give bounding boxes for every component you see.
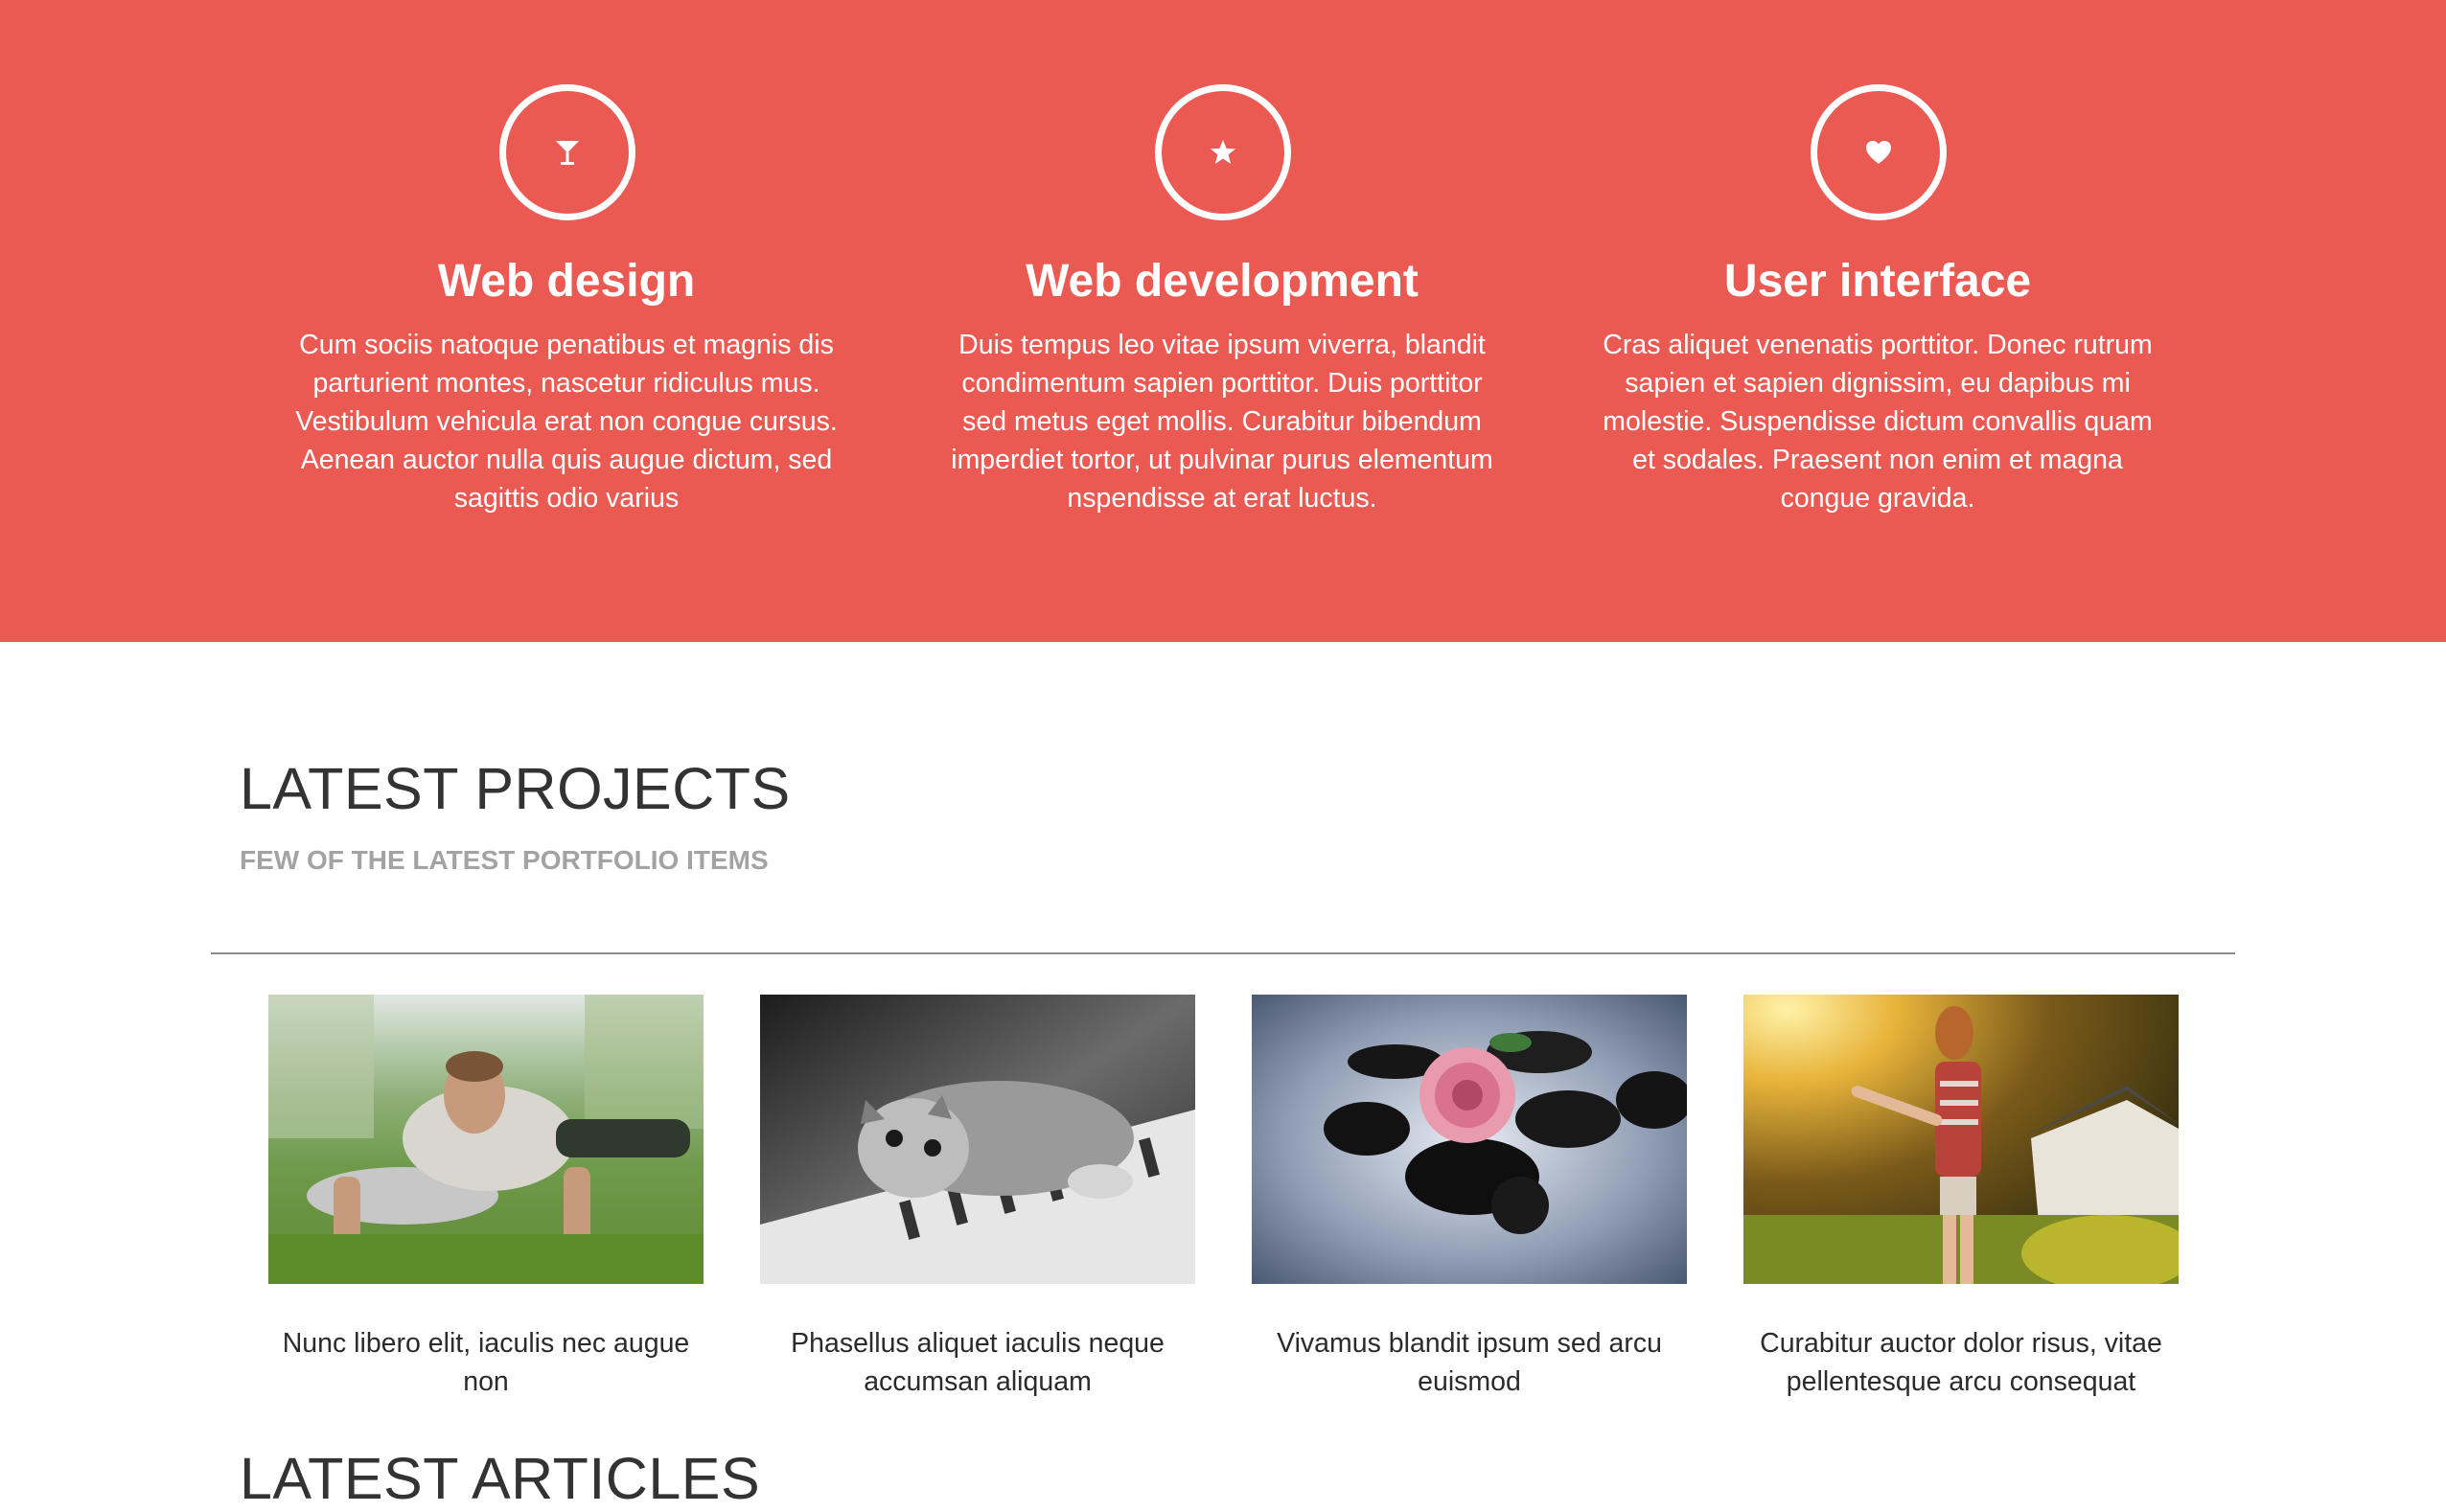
kitten-on-piano-photo bbox=[760, 995, 1195, 1284]
project-card[interactable]: Curabitur auctor dolor risus, vitae pell… bbox=[1743, 995, 2179, 1401]
service-title: Web design bbox=[437, 256, 696, 307]
service-description: Cum sociis natoque penatibus et magnis d… bbox=[295, 330, 838, 514]
service-icon-circle bbox=[1155, 84, 1291, 220]
service-title: Web development bbox=[1026, 256, 1419, 307]
heart-icon bbox=[1866, 141, 1891, 164]
service-description: Duis tempus leo vitae ipsum viverra, bla… bbox=[951, 330, 1493, 514]
project-card[interactable]: Vivamus blandit ipsum sed arcu euismod bbox=[1252, 995, 1687, 1401]
latest-projects-subtitle: FEW OF THE LATEST PORTFOLIO ITEMS bbox=[240, 845, 769, 875]
project-caption[interactable]: Curabitur auctor dolor risus, vitae pell… bbox=[1743, 1324, 2179, 1401]
service-title: User interface bbox=[1723, 256, 2032, 307]
project-caption[interactable]: Vivamus blandit ipsum sed arcu euismod bbox=[1252, 1324, 1687, 1401]
services-section: Web design Cum sociis natoque penatibus … bbox=[0, 0, 2446, 642]
project-caption[interactable]: Nunc libero elit, iaculis nec augue non bbox=[268, 1324, 704, 1401]
woman-in-sunlight-photo bbox=[1743, 995, 2179, 1284]
rose-on-stones-photo bbox=[1252, 995, 1687, 1284]
project-thumbnail-sunlight[interactable] bbox=[1743, 995, 2179, 1284]
cocktail-glass-icon bbox=[556, 141, 579, 165]
project-thumbnail-rose[interactable] bbox=[1252, 995, 1687, 1284]
project-caption[interactable]: Phasellus aliquet iaculis neque accumsan… bbox=[760, 1324, 1195, 1401]
section-divider bbox=[211, 952, 2235, 954]
service-icon-circle bbox=[1811, 84, 1947, 220]
project-card[interactable]: Nunc libero elit, iaculis nec augue non bbox=[268, 995, 704, 1401]
star-icon bbox=[1211, 140, 1235, 164]
service-description: Cras aliquet venenatis porttitor. Donec … bbox=[1603, 330, 2153, 514]
project-card[interactable]: Phasellus aliquet iaculis neque accumsan… bbox=[760, 995, 1195, 1401]
project-thumbnail-kitten[interactable] bbox=[760, 995, 1195, 1284]
project-thumbnail-pushups[interactable] bbox=[268, 995, 704, 1284]
man-doing-pushups-photo bbox=[268, 995, 704, 1284]
latest-projects-title: LATEST PROJECTS bbox=[240, 756, 791, 821]
latest-articles-title: LATEST ARTICLES bbox=[240, 1446, 761, 1511]
service-icon-circle bbox=[499, 84, 635, 220]
